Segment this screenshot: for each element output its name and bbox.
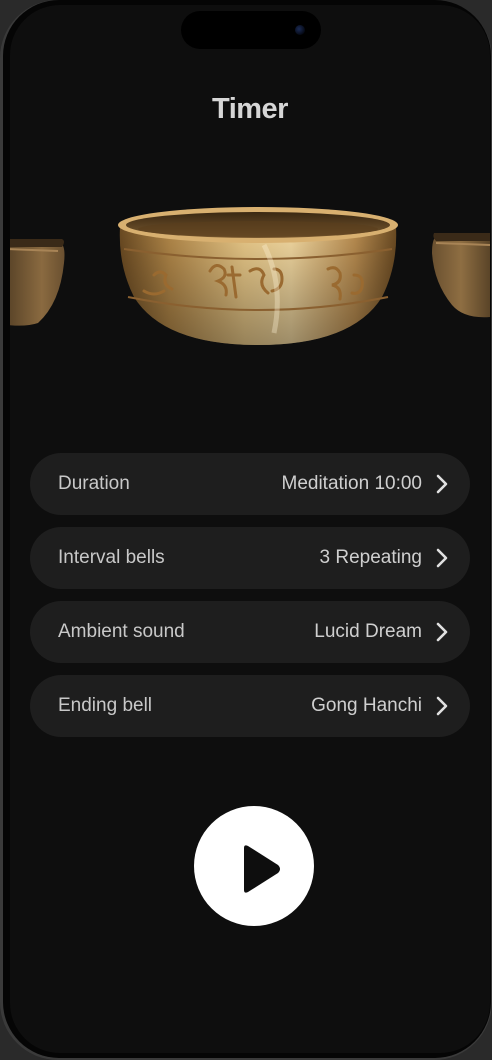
phone-frame: Timer Duration Meditation 10:00 Interval…: [0, 0, 492, 1060]
bowl-carousel[interactable]: [10, 185, 490, 365]
interval-bells-label: Interval bells: [58, 547, 165, 568]
page-title: Timer: [212, 93, 288, 125]
bowl-image-next[interactable]: [430, 227, 490, 319]
ambient-sound-row[interactable]: Ambient sound Lucid Dream: [30, 601, 470, 663]
ending-bell-label: Ending bell: [58, 695, 153, 716]
chevron-right-icon: [436, 474, 448, 494]
duration-value: Meditation 10:00: [281, 473, 423, 494]
chevron-right-icon: [436, 548, 448, 568]
settings-list: Duration Meditation 10:00 Interval bells…: [30, 453, 470, 749]
bowl-image-selected[interactable]: [114, 205, 402, 347]
ambient-sound-value: Lucid Dream: [314, 621, 422, 642]
ambient-sound-label: Ambient sound: [58, 621, 185, 642]
duration-label: Duration: [58, 473, 130, 494]
chevron-right-icon: [436, 696, 448, 716]
chevron-right-icon: [436, 622, 448, 642]
interval-bells-value: 3 Repeating: [319, 547, 422, 568]
dynamic-island: [181, 11, 321, 49]
duration-row[interactable]: Duration Meditation 10:00: [30, 453, 470, 515]
bowl-image-previous[interactable]: [10, 233, 66, 327]
ending-bell-row[interactable]: Ending bell Gong Hanchi: [30, 675, 470, 737]
phone-bezel: Timer Duration Meditation 10:00 Interval…: [3, 0, 491, 1058]
play-button[interactable]: [194, 806, 314, 926]
play-icon: [244, 845, 280, 893]
app-screen: Timer Duration Meditation 10:00 Interval…: [10, 5, 490, 1053]
camera-icon: [295, 25, 305, 35]
interval-bells-row[interactable]: Interval bells 3 Repeating: [30, 527, 470, 589]
ending-bell-value: Gong Hanchi: [311, 695, 422, 716]
